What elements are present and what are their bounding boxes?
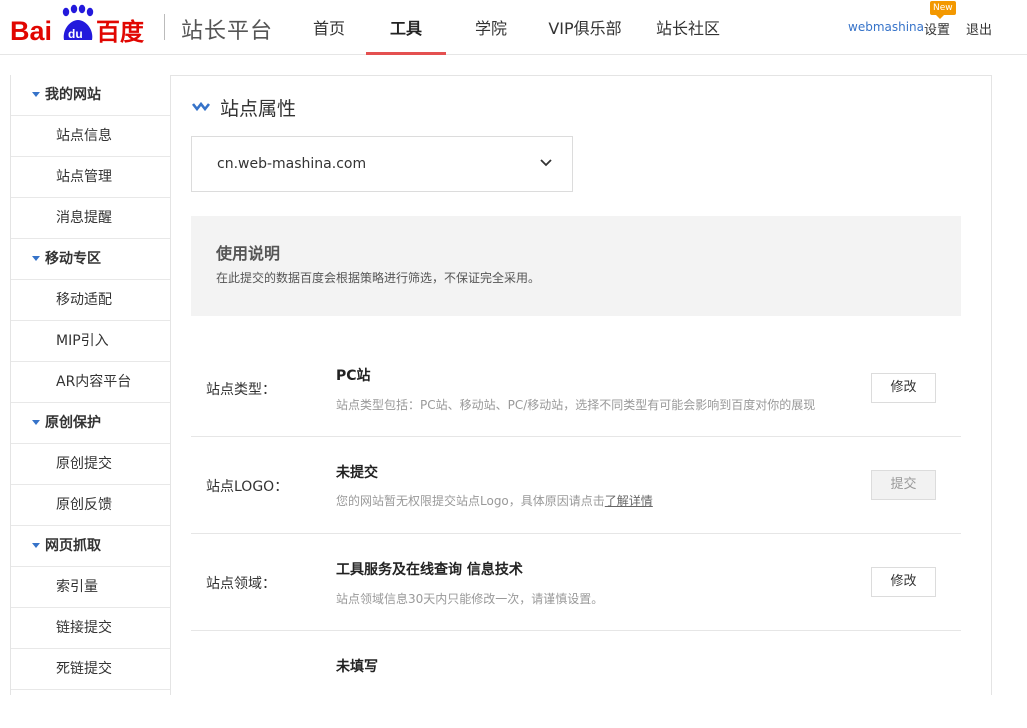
property-row-site-type: 站点类型： PC站 站点类型包括：PC站、移动站、PC/移动站，选择不同类型有可… (191, 340, 961, 437)
modify-site-type-button[interactable]: 修改 (871, 373, 936, 403)
logo-divider (164, 14, 165, 40)
main-nav: 首页 工具 学院 VIP俱乐部 站长社区 (295, 0, 733, 55)
username-link[interactable]: webmashina (848, 20, 924, 34)
row-description: 您的网站暂无权限提交站点Logo，具体原因请点击了解详情 (336, 492, 653, 509)
section-title-icon (191, 101, 211, 112)
sidebar-group-label: 原创保护 (45, 415, 101, 431)
modify-site-domain-button[interactable]: 修改 (871, 567, 936, 597)
property-row-site-logo: 站点LOGO： 未提交 您的网站暂无权限提交站点Logo，具体原因请点击了解详情… (191, 437, 961, 534)
site-select-value: cn.web-mashina.com (217, 156, 367, 172)
sidebar-group-original-protection[interactable]: 原创保护 (11, 403, 170, 444)
sidebar-item-dead-link-submit[interactable]: 死链提交 (11, 649, 170, 690)
notice-text: 在此提交的数据百度会根据策略进行筛选，不保证完全采用。 (216, 271, 541, 285)
platform-title: 站长平台 (181, 19, 274, 44)
sidebar: 我的网站 站点信息 站点管理 消息提醒 移动专区 移动适配 MIP引入 AR内容… (10, 75, 171, 695)
property-row-site-domain: 站点领域： 工具服务及在线查询 信息技术 站点领域信息30天内只能修改一次，请谨… (191, 534, 961, 631)
nav-academy[interactable]: 学院 (456, 0, 526, 55)
usage-notice: 使用说明 在此提交的数据百度会根据策略进行筛选，不保证完全采用。 (191, 216, 961, 316)
sidebar-group-my-sites[interactable]: 我的网站 (11, 75, 170, 116)
sidebar-item-message-alerts[interactable]: 消息提醒 (11, 198, 170, 239)
settings-link[interactable]: 设置 (924, 19, 950, 38)
row-value: 未提交 (336, 465, 378, 481)
row-description-text: 您的网站暂无权限提交站点Logo，具体原因请点击 (336, 494, 605, 508)
triangle-down-icon (32, 543, 40, 548)
page-title: 站点属性 (220, 98, 297, 120)
sidebar-group-mobile[interactable]: 移动专区 (11, 239, 170, 280)
logout-link[interactable]: 退出 (966, 19, 992, 38)
chevron-down-icon (540, 159, 552, 167)
nav-tools[interactable]: 工具 (366, 0, 446, 55)
svg-text:Bai: Bai (10, 16, 52, 44)
row-label: 站点LOGO： (206, 479, 289, 495)
sidebar-item-mobile-adapt[interactable]: 移动适配 (11, 280, 170, 321)
sidebar-item-site-info[interactable]: 站点信息 (11, 116, 170, 157)
sidebar-group-label: 我的网站 (45, 87, 101, 103)
triangle-down-icon (32, 420, 40, 425)
triangle-down-icon (32, 256, 40, 261)
new-badge: New (930, 1, 956, 19)
sidebar-item-original-feedback[interactable]: 原创反馈 (11, 485, 170, 526)
top-header: Bai du 百度 站长平台 首页 工具 学院 VIP俱乐部 站长社区 webm… (0, 0, 1027, 55)
row-description: 站点领域信息30天内只能修改一次，请谨慎设置。 (336, 592, 604, 606)
site-select-dropdown[interactable]: cn.web-mashina.com (191, 136, 573, 192)
sidebar-group-label: 移动专区 (45, 251, 101, 267)
nav-vip-club[interactable]: VIP俱乐部 (530, 0, 640, 55)
sidebar-item-original-submit[interactable]: 原创提交 (11, 444, 170, 485)
sidebar-item-ar-platform[interactable]: AR内容平台 (11, 362, 170, 403)
nav-community[interactable]: 站长社区 (643, 0, 733, 55)
sidebar-group-crawling[interactable]: 网页抓取 (11, 526, 170, 567)
learn-more-link[interactable]: 了解详情 (605, 494, 653, 508)
svg-text:百度: 百度 (96, 18, 145, 44)
row-label: 站点领域： (206, 576, 276, 592)
row-label: 站点类型： (206, 382, 276, 398)
baidu-logo[interactable]: Bai du 百度 (10, 4, 150, 44)
row-description: 站点类型包括：PC站、移动站、PC/移动站，选择不同类型有可能会影响到百度对你的… (336, 398, 816, 412)
nav-home[interactable]: 首页 (295, 0, 363, 55)
sidebar-group-label: 网页抓取 (45, 538, 101, 554)
sidebar-item-mip[interactable]: MIP引入 (11, 321, 170, 362)
submit-logo-button[interactable]: 提交 (871, 470, 936, 500)
row-value: 未填写 (336, 659, 378, 675)
triangle-down-icon (32, 92, 40, 97)
property-row-partial: 未填写 (191, 631, 961, 728)
row-value: 工具服务及在线查询 信息技术 (336, 562, 523, 578)
sidebar-item-link-submit[interactable]: 链接提交 (11, 608, 170, 649)
svg-text:du: du (68, 27, 83, 41)
sidebar-item-site-management[interactable]: 站点管理 (11, 157, 170, 198)
notice-title: 使用说明 (216, 244, 281, 263)
sidebar-item-index-volume[interactable]: 索引量 (11, 567, 170, 608)
row-value: PC站 (336, 368, 371, 384)
